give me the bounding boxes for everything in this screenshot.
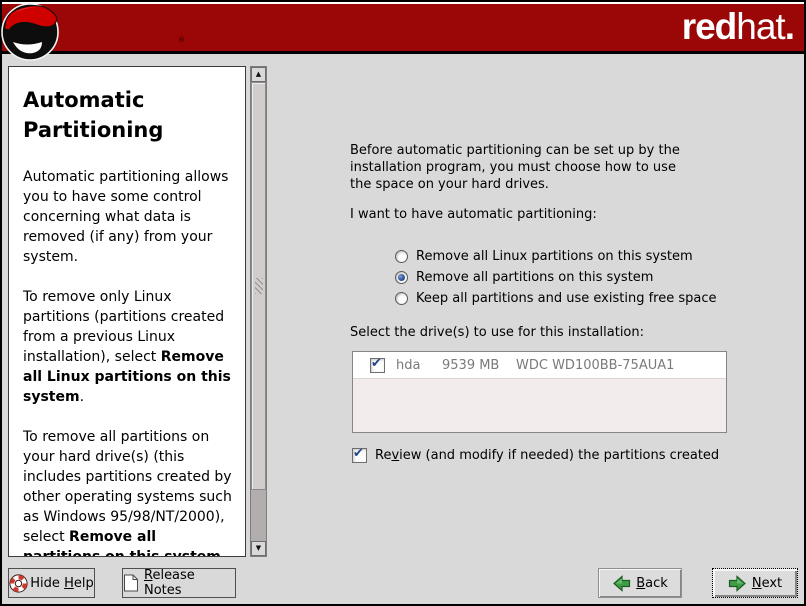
help-paragraph: To remove all partitions on your hard dr… [23,427,237,557]
hide-help-button[interactable]: Hide Help [8,568,95,598]
review-checkbox[interactable]: ✔ [352,448,367,463]
help-paragraph: Automatic partitioning allows you to hav… [23,167,237,267]
radio-button-icon[interactable] [395,250,408,263]
release-notes-label: Release Notes [144,568,235,598]
partitioning-options: Remove all Linux partitions on this syst… [395,246,716,309]
scrollbar-track[interactable] [251,503,266,541]
review-label: Review (and modify if needed) the partit… [375,448,719,463]
installer-window: redhat. ® Automatic Partitioning Automat… [0,0,806,606]
arrow-left-icon [612,575,631,592]
header-banner: redhat. [2,2,804,54]
next-button[interactable]: Next [712,568,798,598]
drive-checkbox[interactable]: ✔ [370,358,385,373]
scroll-up-button[interactable]: ▲ [251,67,266,82]
review-option[interactable]: ✔ Review (and modify if needed) the part… [352,448,719,463]
radio-button-icon[interactable] [395,292,408,305]
help-scrollbar[interactable]: ▲ ▼ [250,66,267,557]
drives-label: Select the drive(s) to use for this inst… [350,325,644,340]
drive-row-hda[interactable]: ✔ hda 9539 MB WDC WD100BB-75AUA1 [353,352,726,379]
document-icon [123,574,139,592]
wordmark-red: red [682,6,737,47]
scrollbar-thumb[interactable] [251,82,266,490]
radio-button-selected-icon[interactable] [395,271,408,284]
drive-list[interactable]: ✔ hda 9539 MB WDC WD100BB-75AUA1 [352,351,727,433]
down-arrow-icon: ▼ [256,544,261,552]
redhat-wordmark: redhat. [682,7,794,47]
help-panel: Automatic Partitioning Automatic partiti… [8,66,246,557]
lifebuoy-icon [9,574,28,593]
check-icon: ✔ [353,446,364,461]
thumb-grip-icon [255,278,263,294]
radio-remove-all-partitions[interactable]: Remove all partitions on this system [395,267,716,288]
radio-remove-linux-partitions[interactable]: Remove all Linux partitions on this syst… [395,246,716,267]
hide-help-label: Hide Help [30,576,93,591]
intro-text: Before automatic partitioning can be set… [350,142,680,193]
back-label: Back [636,576,668,591]
back-button[interactable]: Back [598,568,682,598]
scroll-down-button[interactable]: ▼ [251,541,266,556]
redhat-shadowman-logo-icon [1,2,61,62]
up-arrow-icon: ▲ [256,70,261,78]
wordmark-hat: hat [736,6,784,47]
radio-keep-all-partitions[interactable]: Keep all partitions and use existing fre… [395,288,716,309]
wordmark-dot: . [785,6,794,47]
help-paragraph: To remove only Linux partitions (partiti… [23,287,237,407]
partitioning-prompt: I want to have automatic partitioning: [350,207,597,222]
next-label: Next [752,576,782,591]
registered-trademark: ® [178,36,185,44]
arrow-right-icon [728,575,747,592]
help-title: Automatic Partitioning [23,85,237,145]
release-notes-button[interactable]: Release Notes [122,568,236,598]
check-icon: ✔ [371,356,382,371]
